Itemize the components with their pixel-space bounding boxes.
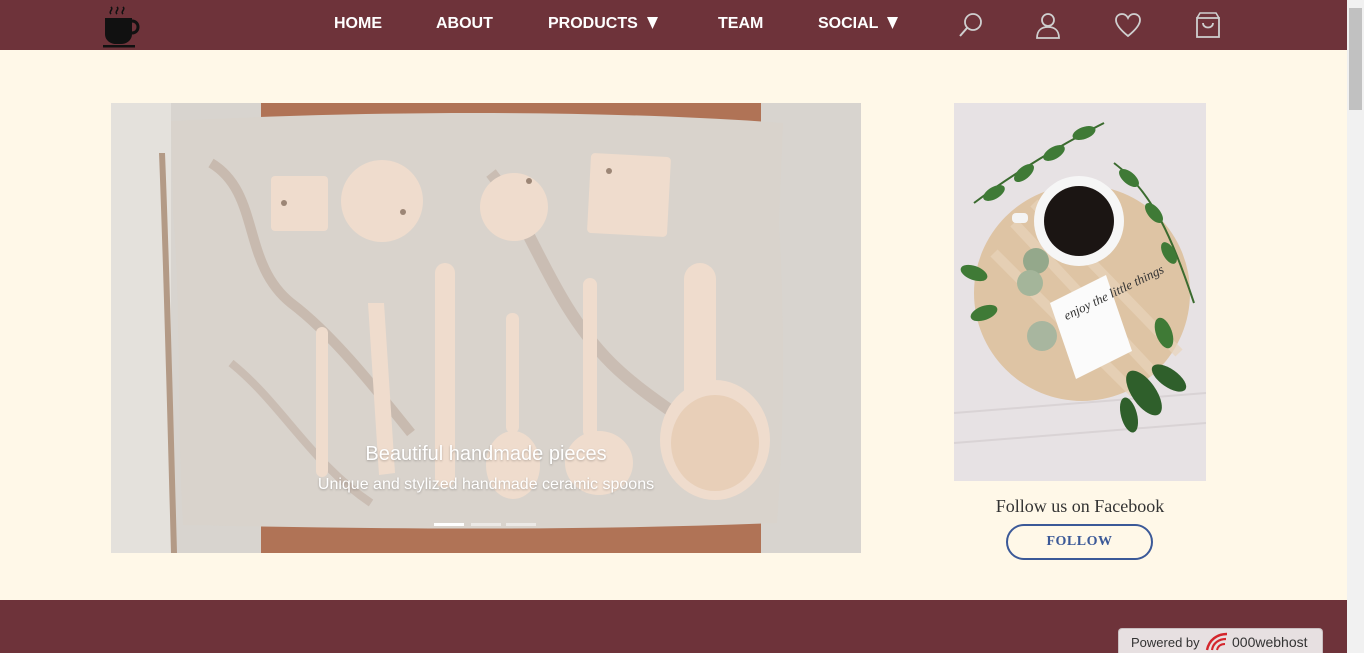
nav-about[interactable]: ABOUT xyxy=(436,15,493,33)
carousel-indicator-3[interactable] xyxy=(506,523,536,526)
heart-icon[interactable] xyxy=(1114,11,1142,39)
page-scrollbar[interactable] xyxy=(1347,0,1364,653)
nav-products-label: PRODUCTS xyxy=(548,15,638,32)
carousel-indicator-1[interactable] xyxy=(434,523,464,526)
follow-facebook-text: Follow us on Facebook xyxy=(995,496,1165,516)
nav-social[interactable]: SOCIAL xyxy=(818,15,899,35)
coffee-flatlay-photo: enjoy the little things xyxy=(954,103,1206,481)
carousel-indicator-2[interactable] xyxy=(471,523,501,526)
coffee-cup-logo-icon[interactable] xyxy=(102,6,144,50)
follow-button[interactable]: FOLLOW xyxy=(1006,524,1153,560)
webhost-logo-icon xyxy=(1205,632,1229,652)
powered-by-label: Powered by xyxy=(1131,635,1200,650)
carousel-caption-subtitle: Unique and stylized handmade ceramic spo… xyxy=(317,476,655,493)
nav-products[interactable]: PRODUCTS xyxy=(548,15,659,35)
user-icon[interactable] xyxy=(1034,11,1062,39)
carousel-caption-title: Beautiful handmade pieces xyxy=(365,443,607,465)
nav-team[interactable]: TEAM xyxy=(718,15,763,33)
hero-carousel[interactable]: Beautiful handmade pieces Unique and sty… xyxy=(111,103,861,553)
shopping-bag-icon[interactable] xyxy=(1194,11,1222,39)
caret-down-icon xyxy=(886,16,899,35)
webhost-brand-label: 000webhost xyxy=(1232,634,1308,650)
top-navbar: HOME ABOUT PRODUCTS TEAM SOCIAL xyxy=(0,0,1347,50)
scrollbar-thumb[interactable] xyxy=(1349,8,1362,110)
nav-home[interactable]: HOME xyxy=(334,15,382,33)
webhost-badge[interactable]: Powered by 000webhost xyxy=(1118,628,1323,653)
nav-social-label: SOCIAL xyxy=(818,15,879,32)
search-icon[interactable] xyxy=(957,11,985,39)
caret-down-icon xyxy=(646,16,659,35)
